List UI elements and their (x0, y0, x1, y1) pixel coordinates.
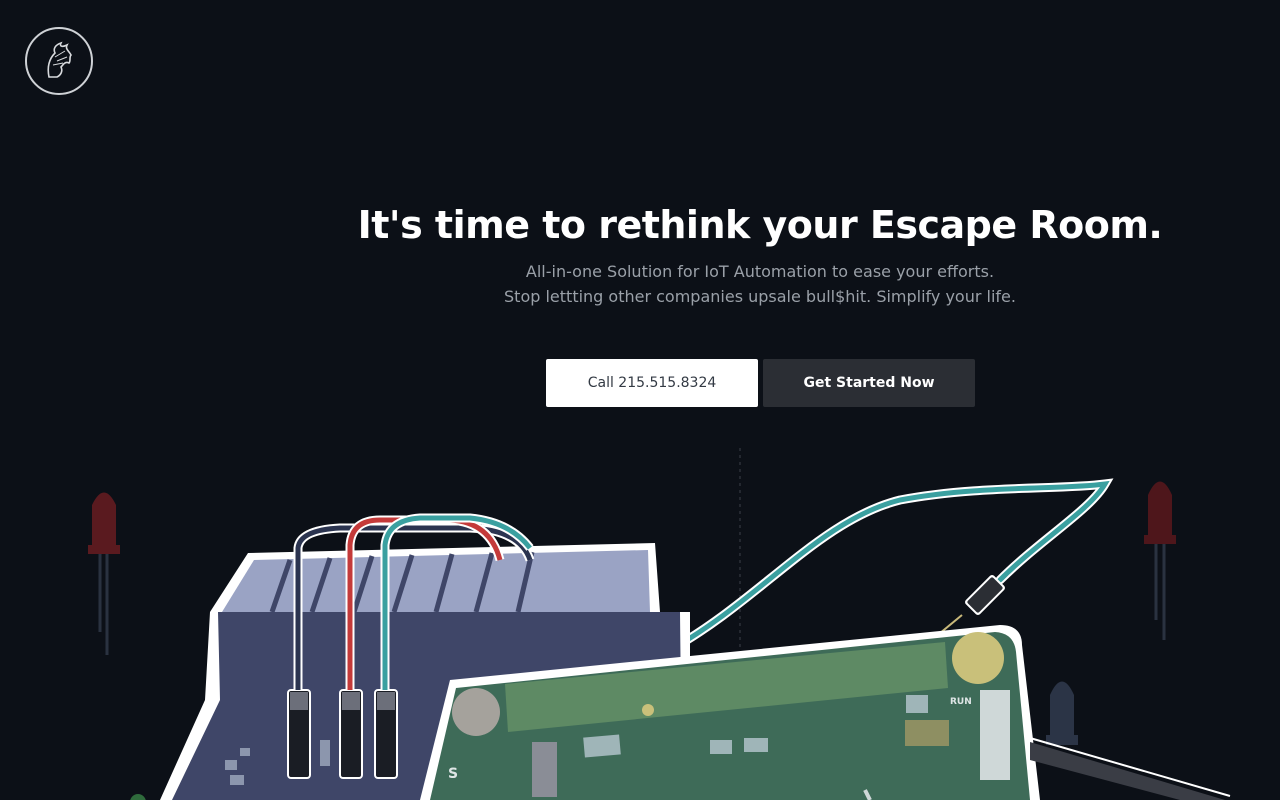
red-led-right (1144, 481, 1176, 640)
board-label-run: RUN (950, 697, 972, 707)
red-led-left (88, 492, 120, 655)
get-started-button-label: Get Started Now (803, 375, 935, 391)
page-title: It's time to rethink your Escape Room. (357, 203, 1163, 247)
call-button[interactable]: Call 215.515.8324 (546, 359, 758, 407)
hero-subtitle-line2: Stop lettting other companies upsale bul… (504, 287, 1016, 306)
circuit-board: S RUN (420, 625, 1040, 800)
hero-subtitle-line1: All-in-one Solution for IoT Automation t… (525, 262, 995, 281)
horse-head-logo-icon[interactable] (25, 27, 93, 95)
get-started-button[interactable]: Get Started Now (763, 359, 975, 407)
call-button-label: Call 215.515.8324 (587, 375, 717, 391)
board-label-s: S (448, 766, 458, 782)
breadboard (160, 543, 690, 800)
blue-led (1046, 681, 1078, 745)
